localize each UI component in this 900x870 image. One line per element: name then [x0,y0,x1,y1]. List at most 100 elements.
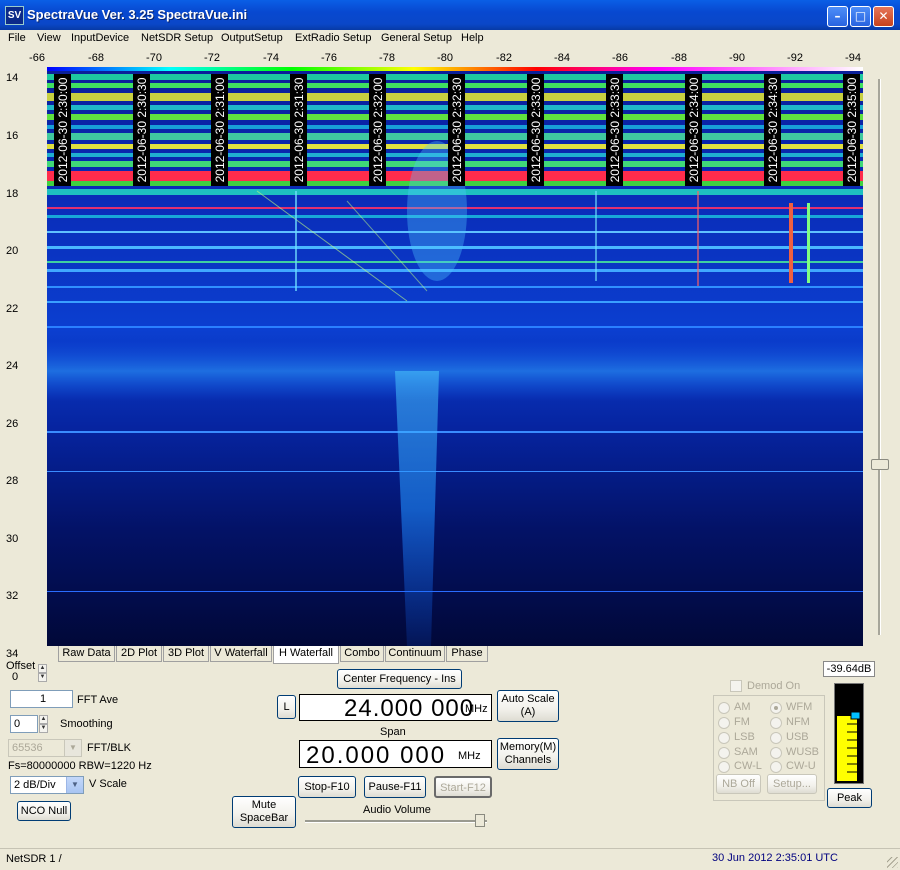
peak-button[interactable]: Peak [827,788,872,808]
center-frequency-field[interactable]: 24.000 000 MHz [299,694,492,722]
vscale-label: V Scale [89,778,127,790]
slider-thumb[interactable] [871,459,889,470]
mode-label-sam: SAM [734,746,758,758]
close-icon: ✕ [878,9,889,23]
application-window: SV SpectraVue Ver. 3.25 SpectraVue.ini –… [0,0,900,870]
timestamp-label: 2012-06-30 2:32:30 [448,74,465,186]
y-tick: 30 [6,533,19,545]
sample-rate-text: Fs=80000000 RBW=1220 Hz [8,760,152,772]
audio-volume-track[interactable] [305,820,487,823]
x-tick: -78 [379,52,395,64]
status-device: NetSDR 1 / [6,853,62,865]
tab-h-waterfall[interactable]: H Waterfall [273,646,339,664]
timestamp-label: 2012-06-30 2:33:30 [606,74,623,186]
x-tick: -76 [321,52,337,64]
mode-radio-wfm [770,702,782,714]
y-tick: 26 [6,418,19,430]
span-value: 20.000 000 [306,742,447,769]
timestamp-label: 2012-06-30 2:34:00 [685,74,702,186]
y-tick: 20 [6,245,19,257]
chevron-down-icon: ▼ [64,740,81,756]
tab-phase[interactable]: Phase [446,646,488,662]
menu-outputsetup[interactable]: OutputSetup [221,32,283,44]
signal-meter [834,683,864,784]
mode-radio-cw-u [770,761,782,773]
menu-file[interactable]: File [8,32,26,44]
x-tick: -82 [496,52,512,64]
mute-button[interactable]: Mute SpaceBar [232,796,296,828]
maximize-button[interactable]: □ [850,6,871,27]
menu-inputdevice[interactable]: InputDevice [71,32,129,44]
audio-volume-label: Audio Volume [363,804,431,816]
center-frequency-unit: MHz [465,703,488,715]
resize-grip-icon[interactable] [887,857,898,868]
x-tick: -90 [729,52,745,64]
span-field[interactable]: 20.000 000 MHz [299,740,492,769]
timestamp-label: 2012-06-30 2:31:00 [211,74,228,186]
mode-radio-wusb [770,747,782,759]
timestamp-label: 2012-06-30 2:32:00 [369,74,386,186]
memory-channels-button[interactable]: Memory(M) Channels [497,738,559,770]
title-bar[interactable]: SV SpectraVue Ver. 3.25 SpectraVue.ini –… [0,0,900,30]
menu-bar: File View InputDevice NetSDR Setup Outpu… [0,30,900,48]
status-datetime: 30 Jun 2012 2:35:01 UTC [712,852,838,864]
offset-value[interactable]: 0 [9,669,37,685]
menu-help[interactable]: Help [461,32,484,44]
menu-extradio-setup[interactable]: ExtRadio Setup [295,32,371,44]
mode-label-wfm: WFM [786,701,813,713]
mode-label-usb: USB [786,731,809,743]
timestamp-label: 2012-06-30 2:35:00 [843,74,860,186]
center-frequency-button[interactable]: Center Frequency - Ins [337,669,462,689]
mode-label-fm: FM [734,716,750,728]
nb-off-button: NB Off [716,774,761,794]
amplitude-scale: -66 -68 -70 -72 -74 -76 -78 -80 -82 -84 … [0,49,870,67]
audio-volume-thumb[interactable] [475,814,485,827]
fft-ave-input[interactable]: 1 [10,690,73,708]
smoothing-up[interactable]: ▲ [39,715,48,724]
reference-level-slider[interactable] [871,75,889,640]
mode-radio-am [718,702,730,714]
menu-view[interactable]: View [37,32,61,44]
menu-netsdr-setup[interactable]: NetSDR Setup [141,32,213,44]
smoothing-down[interactable]: ▼ [39,724,48,733]
mode-radio-nfm [770,717,782,729]
y-tick: 16 [6,130,19,142]
x-tick: -72 [204,52,220,64]
pause-button[interactable]: Pause-F11 [364,776,426,798]
tab-3d-plot[interactable]: 3D Plot [163,646,209,662]
minimize-icon: – [834,9,841,23]
x-tick: -70 [146,52,162,64]
y-tick: 22 [6,303,19,315]
offset-down[interactable]: ▼ [38,673,47,682]
x-tick: -84 [554,52,570,64]
vscale-select[interactable]: 2 dB/Div ▼ [10,776,84,794]
app-icon[interactable]: SV [5,6,24,25]
offset-up[interactable]: ▲ [38,664,47,673]
vscale-value: 2 dB/Div [14,779,56,791]
lock-l-button[interactable]: L [277,695,296,719]
menu-general-setup[interactable]: General Setup [381,32,452,44]
smoothing-label: Smoothing [60,718,113,730]
minimize-button[interactable]: – [827,6,848,27]
tab-2d-plot[interactable]: 2D Plot [116,646,162,662]
mode-radio-lsb [718,732,730,744]
mode-radio-fm [718,717,730,729]
tab-raw-data[interactable]: Raw Data [58,646,115,662]
slider-track [878,79,881,635]
tab-combo[interactable]: Combo [340,646,384,662]
x-tick: -66 [29,52,45,64]
close-button[interactable]: ✕ [873,6,894,27]
demod-label: Demod On [747,680,801,692]
x-tick: -86 [612,52,628,64]
mode-label-cw-u: CW-U [786,760,816,772]
y-tick: 32 [6,590,19,602]
tab-continuum[interactable]: Continuum [385,646,445,662]
stop-button[interactable]: Stop-F10 [298,776,356,798]
smoothing-input[interactable]: 0 [10,715,38,733]
timestamp-label: 2012-06-30 2:30:30 [133,74,150,186]
mode-label-am: AM [734,701,751,713]
nco-null-button[interactable]: NCO Null [17,801,71,821]
auto-scale-button[interactable]: Auto Scale (A) [497,690,559,722]
x-tick: -74 [263,52,279,64]
tab-v-waterfall[interactable]: V Waterfall [210,646,272,662]
